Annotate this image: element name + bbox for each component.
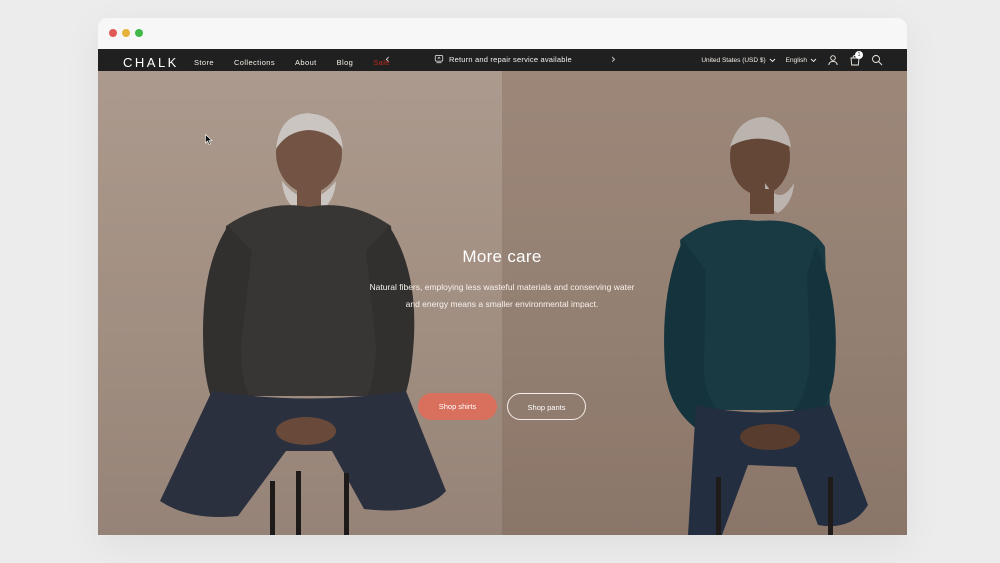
browser-chrome <box>98 18 907 49</box>
screen: ‹ Return and repair service available › <box>0 0 1000 563</box>
site-logo[interactable]: CHALK <box>123 55 179 70</box>
hero-description: Natural fibers, employing less wasteful … <box>369 282 635 309</box>
cart-count-badge: 1 <box>855 51 863 59</box>
cart-button[interactable]: 1 <box>849 51 863 66</box>
shop-pants-button[interactable]: Shop pants <box>507 393 586 420</box>
announcement-next-chevron-icon[interactable]: › <box>611 52 616 66</box>
country-selector[interactable]: United States (USD $) <box>701 57 775 64</box>
browser-window: ‹ Return and repair service available › <box>98 18 907 535</box>
repair-icon <box>434 55 444 64</box>
nav-item-about[interactable]: About <box>295 58 317 67</box>
language-selector[interactable]: English <box>786 57 817 64</box>
language-selector-label: English <box>785 56 807 64</box>
announcement-text: Return and repair service available <box>449 54 572 64</box>
main-navigation: Store Collections About Blog Sale <box>194 58 410 67</box>
close-window-button[interactable] <box>109 29 117 37</box>
account-icon[interactable] <box>827 54 839 66</box>
header-utility: United States (USD $) English 1 <box>701 51 883 66</box>
hero-text-block: More care Natural fibers, employing less… <box>368 247 636 313</box>
announcement-message: Return and repair service available <box>434 54 572 64</box>
search-icon[interactable] <box>871 54 883 66</box>
shop-shirts-button[interactable]: Shop shirts <box>418 393 497 420</box>
country-selector-label: United States (USD $) <box>701 56 766 64</box>
nav-item-sale[interactable]: Sale <box>373 58 390 67</box>
mouse-pointer-icon <box>205 134 213 145</box>
hero-slideshow: More care Natural fibers, employing less… <box>98 71 907 535</box>
nav-item-blog[interactable]: Blog <box>337 58 354 67</box>
maximize-window-button[interactable] <box>135 29 143 37</box>
nav-item-collections[interactable]: Collections <box>234 58 275 67</box>
minimize-window-button[interactable] <box>122 29 130 37</box>
nav-item-store[interactable]: Store <box>194 58 214 67</box>
chevron-down-icon <box>769 58 775 62</box>
hero-buttons: Shop shirts Shop pants <box>418 393 586 420</box>
hero-title: More care <box>462 247 542 266</box>
chevron-down-icon <box>810 58 817 62</box>
